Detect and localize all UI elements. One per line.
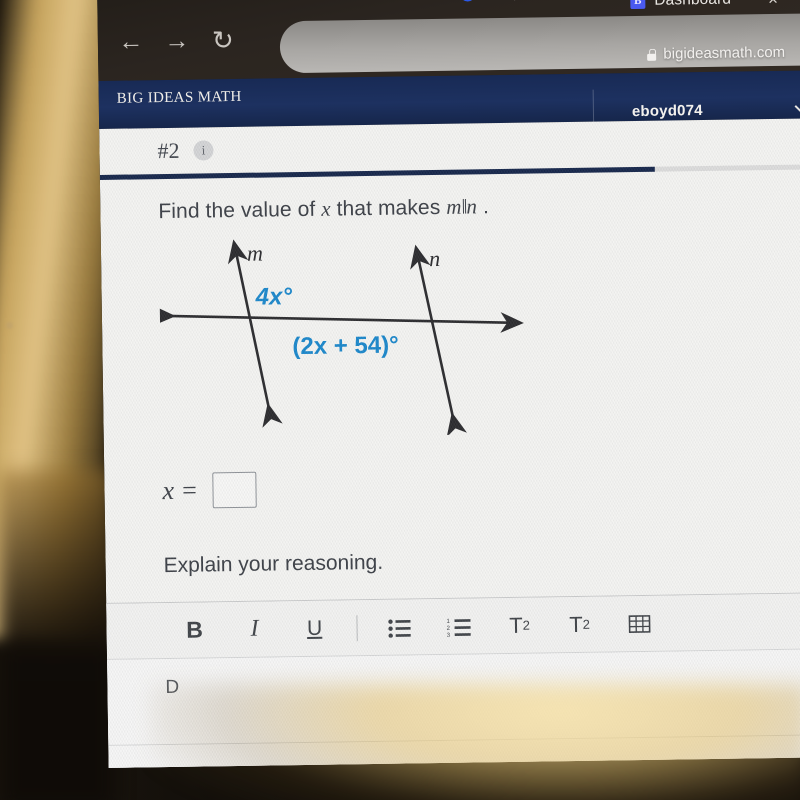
prompt-line-n: n [466,194,478,219]
glare-left-shadow [0,470,115,800]
forward-button[interactable]: → [154,26,200,54]
back-button[interactable]: ← [108,27,154,55]
editor-toolbar: B I U 1 2 3 T 2 T 2 [106,592,800,660]
browser-chrome: My Rewards × Chapter 15 Sec × B Dashboar… [97,0,800,81]
explain-label: Explain your reasoning. [163,550,384,578]
blue-b-icon: B [630,0,646,9]
tab-label: Chapter 15 Sec [484,0,593,2]
username-label: eboyd074 [631,101,703,120]
reload-icon[interactable]: ↻ [200,25,246,55]
transversal-line [152,305,524,333]
answer-row: x = [162,463,800,509]
glare-bottom [150,684,800,800]
superscript-button[interactable]: T2 [489,597,550,653]
subscript-letter: T [569,611,583,637]
address-bar-url: bigideasmath.com [663,43,786,63]
prompt-middle: that makes [336,195,441,221]
question-number: #2 [157,137,180,164]
answer-label: x = [162,475,199,506]
underline-button[interactable]: U [284,600,345,656]
address-bar-content: bigideasmath.com [647,44,785,63]
line-n [410,244,467,438]
browser-tab-my-rewards[interactable]: My Rewards × [280,0,419,9]
question-prompt: Find the value of x that makes m‖n . [158,189,800,224]
svg-text:2: 2 [447,625,451,631]
numbered-list-icon: 1 2 3 [446,618,471,636]
toolbar-divider [356,614,358,641]
superscript-letter: T [509,612,523,638]
italic-button[interactable]: I [224,601,285,657]
diagram-svg: m n 4x° (2x + 54)° [152,239,524,438]
angle-label-2x-plus-54: (2x + 54)° [292,332,399,361]
table-button[interactable] [609,596,670,652]
prompt-variable: x [321,196,331,221]
photo-environment: My Rewards × Chapter 15 Sec × B Dashboar… [0,0,800,800]
lock-icon [647,48,656,60]
question-page: #2 i Find the value of x that makes m‖n … [99,118,800,768]
bold-button[interactable]: B [164,602,225,658]
bulleted-list-icon [388,619,411,638]
answer-input[interactable] [211,471,257,509]
svg-text:3: 3 [447,632,451,636]
geometry-diagram: m n 4x° (2x + 54)° [152,228,562,439]
prompt-prefix: Find the value of [158,197,316,224]
prompt-period: . [482,195,490,219]
superscript-digit: 2 [522,617,531,633]
bulleted-list-button[interactable] [369,599,430,655]
address-bar[interactable]: bigideasmath.com [279,12,800,74]
dust-speck [6,322,13,329]
info-icon[interactable]: i [193,140,214,161]
tab-label: Dashboard [654,0,731,10]
subscript-digit: 2 [582,616,591,632]
label-n: n [429,246,440,271]
subscript-button[interactable]: T2 [549,596,610,652]
site-logo[interactable]: BIG IDEAS MATH [117,88,242,107]
line-m [227,239,283,428]
label-m: m [247,241,263,266]
numbered-list-button[interactable]: 1 2 3 [429,598,490,654]
blue-q-icon [460,0,476,2]
close-icon[interactable]: × [768,0,778,9]
question-body: Find the value of x that makes m‖n . m n… [100,169,800,768]
browser-tab-chapter-15[interactable]: Chapter 15 Sec × [460,0,621,12]
device-screen: My Rewards × Chapter 15 Sec × B Dashboar… [97,0,800,768]
angle-label-4x: 4x° [254,283,292,311]
table-icon [628,614,651,633]
svg-text:1: 1 [446,618,450,624]
chevron-down-icon [794,97,800,115]
prompt-line-m: m [446,194,462,219]
